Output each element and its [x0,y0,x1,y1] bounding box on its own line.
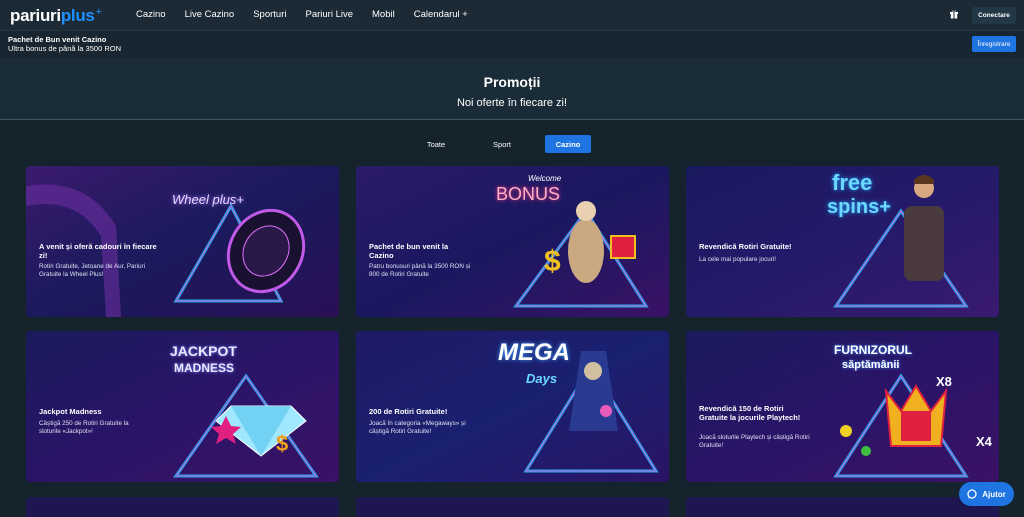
promo-card-desc: La cele mai populare jocuri! [699,256,777,263]
promo-card-art-text: JACKPOT [170,343,237,359]
promo-filter-tabs: Toate Sport Cazino [0,135,1024,153]
promo-card-art-text: Wheel plus+ [172,192,244,207]
promo-card-art-text: FURNIZORUL [834,343,912,357]
login-button[interactable]: Conectare [972,7,1016,24]
nav-item-cazino[interactable]: Cazino [136,9,166,20]
promo-card-free-spins[interactable]: free spins+ Revendică Rotiri Gratuite! L… [686,166,999,317]
logo-plus: + [95,6,102,18]
tab-sport[interactable]: Sport [484,135,520,153]
promo-card-welcome-bonus[interactable]: $ Welcome BONUS Pachet de bun venit la C… [356,166,669,317]
nav-item-sporturi[interactable]: Sporturi [253,9,286,20]
promo-card-art-text: free [832,170,873,195]
promo-card-furnizorul-saptamanii[interactable]: X8 X4 FURNIZORUL săptămânii Revendică 15… [686,331,999,482]
promo-card-art-text: BONUS [496,184,561,204]
promo-card-wheel-plus[interactable]: Wheel plus+ A venit și oferă cadouri în … [26,166,339,317]
promo-card-desc: Joacă sloturile Playtech și câștigă Roti… [699,434,810,450]
promo-card-peek[interactable] [686,497,999,517]
svg-text:X4: X4 [976,434,993,449]
promo-card-mega-days[interactable]: MEGA Days 200 de Rotiri Gratuite! Joacă … [356,331,669,482]
promo-card-art-text-2: MADNESS [174,361,235,375]
promo-card-desc: Câștigă 250 de Rotiri Gratuite la slotur… [39,420,129,436]
nav-item-pariuri-live[interactable]: Pariuri Live [305,9,353,20]
promo-card-art-text-2: săptămânii [842,359,900,371]
promo-card-desc: Joacă în categoria «Megaways» și câștigă… [369,420,466,436]
promo-card-jackpot-madness[interactable]: $ JACKPOT MADNESS Jackpot Madness Câștig… [26,331,339,482]
svg-text:X8: X8 [936,374,952,389]
promo-card-art-text-2: Days [526,371,558,386]
promo-card-title: 200 de Rotiri Gratuite! [369,407,448,416]
nav-item-live-cazino[interactable]: Live Cazino [185,9,235,20]
tab-cazino[interactable]: Cazino [545,135,591,153]
logo-text-accent: plus [60,6,95,25]
bonus-subtitle: Ultra bonus de până la 3500 RON [8,44,121,53]
bonus-title: Pachet de Bun venit Cazino [8,35,107,44]
logo[interactable]: pariuri plus + [10,6,102,25]
promo-card-title: A venit și oferă cadouri în fiecare zi! [39,242,157,260]
welcome-bonus-bar [0,30,1024,58]
promo-card-title: Pachet de bun venit la Cazino [369,242,449,260]
nav-item-mobil[interactable]: Mobil [372,9,395,20]
page-subtitle: Noi oferte în fiecare zi! [456,97,568,109]
logo-text: pariuri [10,6,61,25]
help-label: Ajutor [982,489,1006,499]
nav-item-calendarul[interactable]: Calendarul + [414,9,468,20]
promo-card-art-text: MEGA [498,339,570,366]
svg-text:$: $ [544,245,561,278]
promo-card-peek[interactable] [26,497,339,517]
help-button[interactable]: Ajutor [959,482,1014,506]
promo-card-title: Revendică 150 de Rotiri Gratuite la jocu… [699,404,801,422]
gift-icon[interactable] [949,9,959,19]
promo-card-desc: Rotiri Gratuite, Jetoane de Aur, Pariuri… [39,263,146,279]
promo-card-desc: Patru bonusuri până la 3500 RON și 800 d… [369,263,471,279]
promo-card-art-text-2: spins+ [827,196,891,218]
page-title: Promoții [483,74,541,90]
register-button[interactable]: Înregistrare [972,36,1016,52]
promo-card-art-text-small: Welcome [528,174,562,183]
main-nav: Cazino Live Cazino Sporturi Pariuri Live… [136,9,487,20]
chat-icon [967,489,977,499]
promo-card-title: Revendică Rotiri Gratuite! [699,242,792,251]
svg-text:$: $ [276,431,288,456]
promo-card-peek[interactable] [356,497,669,517]
tab-toate[interactable]: Toate [418,135,454,153]
promo-card-title: Jackpot Madness [39,407,102,416]
